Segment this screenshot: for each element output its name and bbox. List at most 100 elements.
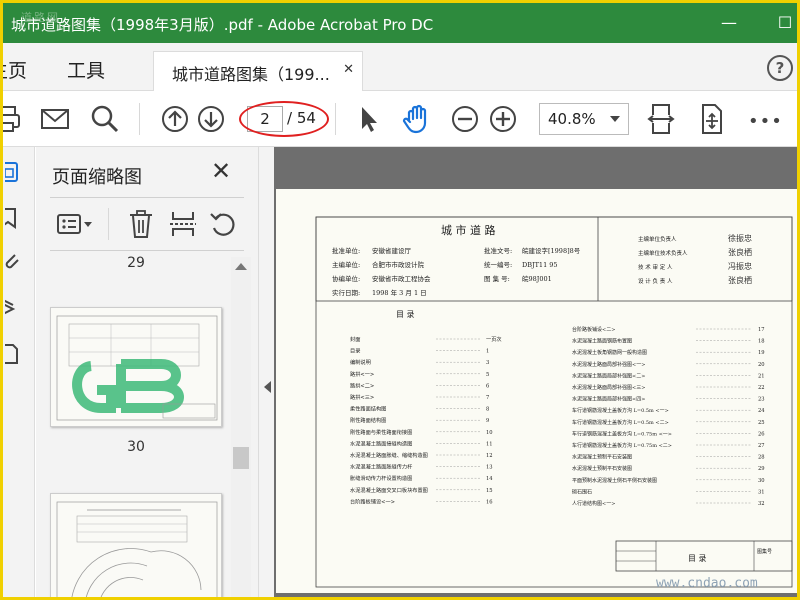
panel-toolbar [50,197,244,251]
signature-handwriting: 徐振忠 [728,233,752,243]
toc-entry: 柔性路面结构图 [350,405,386,413]
menu-tab-row: 主页 工具 城市道路图集（199... ✕ ? [3,43,797,91]
panel-title: 页面缩略图 [52,167,142,188]
catalog-label: 统一编号: [484,260,512,269]
toc-right-column: 台阶路板铺设<二> 17 水泥混凝土路面钢筋布置图 18 水泥混凝土板角钢筋网一般构造图… [572,326,765,507]
toc-page: 6 [486,383,489,389]
document-tab[interactable]: 城市道路图集（199... ✕ [153,51,363,91]
panel-splitter[interactable] [258,147,274,597]
toc-entry: 车行道钢筋混凝土盖板方沟 L=0.75m <二> [572,442,672,449]
email-icon[interactable] [39,103,71,135]
toolbar-divider [139,103,140,135]
minimize-button[interactable]: — [715,9,743,37]
select-cursor-icon[interactable] [353,103,385,135]
thumbnail-page-31[interactable] [50,493,222,597]
toc-entry: 目录 [350,347,360,355]
sheet-number-label: 图集号 [757,548,772,555]
toc-entry: 车行道钢筋混凝土盖板方沟 L=0.5m <二> [572,419,669,426]
thumbnail-list: 29 30 [36,253,244,597]
layers-icon[interactable] [3,297,25,319]
signature-label: 设 计 负 责 人 [638,277,673,285]
toc-entry: 水泥混凝土路面接缝构造图 [350,439,412,447]
page-navigator: 2 / 54 [239,101,329,137]
tab-close-icon[interactable]: ✕ [343,62,354,77]
toc-entry: 水泥混凝土路面胀缝传力杆 [350,463,412,471]
navigation-rail [3,147,35,597]
toc-entry: 水泥混凝土路面局部补强图<四> [572,396,645,403]
previous-page-icon[interactable] [159,103,191,135]
toc-page: 21 [758,373,765,379]
toc-entry: 编制说明 [350,358,371,366]
collapse-panel-icon[interactable] [264,381,271,393]
signature-handwriting: 张良栖 [728,247,752,257]
fit-width-icon[interactable] [645,103,677,135]
toc-entry: 水泥混凝土板角钢筋网一般构造图 [572,349,647,356]
toc-page: 12 [486,453,493,459]
toc-page: 31 [758,489,765,495]
signature-label: 主编单位负责人 [638,235,677,243]
zoom-select[interactable]: 40.8% [539,103,629,135]
thumbnail-page-30[interactable] [50,307,222,427]
toc-entry: 平面预制水泥混凝土侧石平侧石安装图 [572,477,657,484]
thumbnail-options-icon[interactable] [56,210,96,238]
toc-entry: 水泥混凝土预制平石安装图 [572,454,632,461]
rotate-page-icon[interactable] [208,210,238,238]
toc-page: 7 [486,395,489,401]
toolbar-divider [335,103,336,135]
more-tools-icon[interactable]: ••• [748,111,783,132]
toc-entry: 水泥混凝土路面局部补强图<三> [572,384,645,391]
document-icon[interactable] [3,343,25,365]
document-page: 城 市 道 路 批准单位: 安徽省建设厅 主编单位: 合肥市市政设计院 协编单位: 安徽省… [276,189,797,593]
next-page-icon[interactable] [195,103,227,135]
catalog-value: DBJT11 95 [522,261,558,269]
full-screen-icon[interactable] [695,103,727,135]
help-icon[interactable]: ? [767,55,793,81]
toc-page: 26 [758,431,765,437]
toc-entry: 路拱<一> [350,370,374,378]
panel-close-icon[interactable]: ✕ [211,157,231,185]
print-icon[interactable] [3,103,21,135]
toc-entry: 路拱<二> [350,381,374,389]
toc-entry: 水泥混凝土路面局部补强图<一> [572,361,645,368]
toc-page: 11 [486,441,493,447]
insert-page-icon[interactable] [168,210,198,238]
toc-page: 25 [758,420,765,426]
toc-entry: 台阶路板铺设<二> [572,326,615,333]
toc-page: 14 [486,476,493,482]
hand-tool-icon[interactable] [401,103,433,135]
scroll-up-arrow-icon[interactable] [235,263,247,270]
scrollbar-thumb[interactable] [233,447,249,469]
approval-info: 批准单位: 安徽省建设厅主编单位: 合肥市市政设计院协编单位: 安徽省市政工程协会实行… [332,246,431,297]
menu-tools[interactable]: 工具 [67,56,105,83]
toc-page: 23 [758,397,765,403]
approval-label: 协编单位: [332,274,360,283]
page-thumbnails-icon[interactable] [3,161,25,183]
toc-entry: 车行道钢筋混凝土盖板方沟 L=0.75m <一> [572,430,672,437]
menu-home[interactable]: 主页 [3,56,27,83]
approval-label: 批准单位: [332,246,360,255]
toc-entry: 砌石围石 [572,488,592,495]
delete-page-icon[interactable] [126,210,156,238]
search-icon[interactable] [89,103,121,135]
attachment-icon[interactable] [5,251,25,273]
restore-button[interactable]: ☐ [771,9,797,37]
toc-entry: 人行道结构图<一> [572,500,615,507]
catalog-value: 皖建设字[1998]8号 [522,246,581,255]
zoom-out-icon[interactable] [449,103,481,135]
toc-entry: 胀缝滑动传力杆设置构造图 [350,474,412,482]
signature-block: 主编单位负责人 徐振忠主编单位技术负责人 张良栖技 术 审 定 人冯振忠设 计 负 … [638,233,752,285]
toc-entry: 水泥混凝土路面局部补强图<二> [572,372,645,379]
title-bar: 道路网 城市道路图集（1998年3月版）.pdf - Adobe Acrobat… [3,3,797,43]
catalog-value: 皖98J001 [522,274,552,283]
toc-page: 24 [758,408,765,414]
toc-title: 目 录 [396,310,415,319]
toc-entry: 路拱<三> [350,393,374,401]
site-watermark: www.cndao.com [656,576,758,591]
toc-left-column: 封面 一页次目录 1 编制说明 3 路拱<一> 5 路拱<二> 6 路拱<三> 7 柔性路面结构图 8 刚… [350,335,502,505]
thumbnail-scrollbar[interactable] [231,257,251,597]
toc-page: 32 [758,501,765,507]
document-viewer[interactable]: 城 市 道 路 批准单位: 安徽省建设厅 主编单位: 合肥市市政设计院 协编单位: 安徽省… [274,147,797,597]
bookmark-icon[interactable] [3,207,25,229]
zoom-in-icon[interactable] [487,103,519,135]
toc-page: 一页次 [486,335,502,343]
